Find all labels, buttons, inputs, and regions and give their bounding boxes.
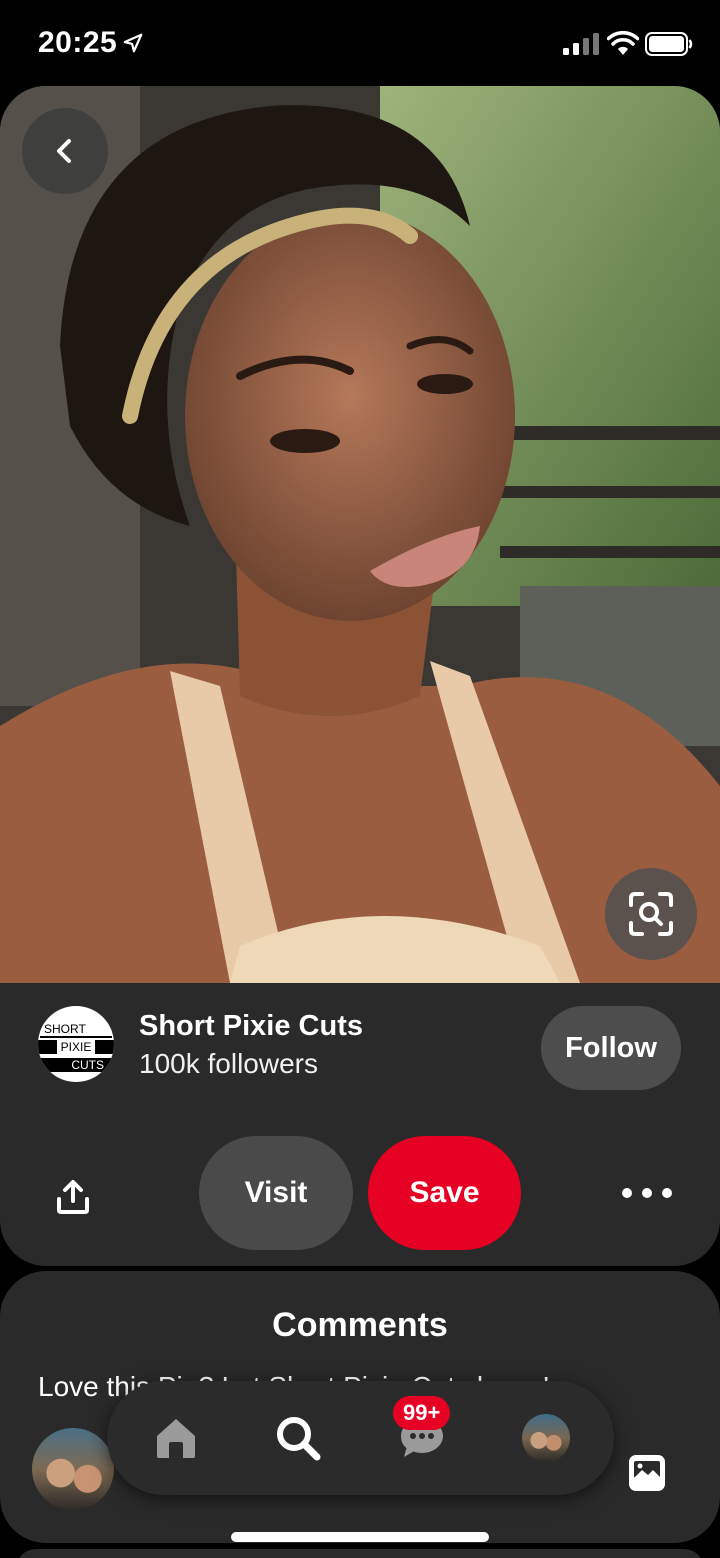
home-icon <box>157 1419 195 1458</box>
creator-name[interactable]: Short Pixie Cuts <box>139 1010 363 1043</box>
search-icon <box>277 1417 321 1461</box>
notification-badge: 99+ <box>393 1396 451 1430</box>
visit-button[interactable]: Visit <box>199 1136 353 1250</box>
status-time: 20:25 <box>38 26 118 59</box>
save-button[interactable]: Save <box>368 1136 521 1250</box>
profile-avatar <box>522 1414 570 1462</box>
location-arrow-icon <box>123 33 143 53</box>
share-button[interactable] <box>48 1172 98 1222</box>
my-avatar <box>32 1428 114 1510</box>
creator-followers: 100k followers <box>139 1048 318 1079</box>
more-dots-icon <box>622 1188 632 1198</box>
action-row: Visit Save <box>0 1136 720 1256</box>
bottom-nav: 99+ <box>107 1381 614 1495</box>
share-icon <box>57 1180 89 1214</box>
home-indicator <box>231 1532 489 1542</box>
nav-profile[interactable] <box>501 1381 591 1495</box>
wifi-icon <box>607 31 639 55</box>
next-card-peek <box>16 1549 704 1558</box>
more-dots-icon <box>642 1188 652 1198</box>
lens-icon <box>629 892 673 936</box>
chevron-left-icon <box>57 139 71 163</box>
more-dots-icon <box>662 1188 672 1198</box>
logo-line-2-text: PIXIE <box>56 1040 96 1054</box>
logo-line-2: PIXIE <box>38 1040 114 1054</box>
follow-button[interactable]: Follow <box>541 1006 681 1090</box>
back-button[interactable] <box>22 108 108 194</box>
nav-home[interactable] <box>131 1381 221 1495</box>
nav-search[interactable] <box>253 1381 343 1495</box>
pin-card: SHORT PIXIE CUTS Short Pixie Cuts 100k f… <box>0 86 720 1266</box>
pin-photo <box>0 86 720 983</box>
logo-line-1: SHORT <box>40 1022 112 1038</box>
creator-avatar[interactable]: SHORT PIXIE CUTS <box>38 1006 114 1082</box>
battery-icon <box>645 32 693 56</box>
visual-search-button[interactable] <box>605 868 697 960</box>
logo-line-3: CUTS <box>38 1058 114 1072</box>
status-bar: 20:25 <box>0 0 720 86</box>
comments-title: Comments <box>272 1306 448 1344</box>
more-options-button[interactable] <box>622 1178 672 1208</box>
creator-row: SHORT PIXIE CUTS Short Pixie Cuts 100k f… <box>0 983 720 1123</box>
pin-image[interactable] <box>0 86 720 983</box>
cellular-signal-icon <box>563 33 599 55</box>
add-photo-icon[interactable] <box>628 1454 666 1492</box>
